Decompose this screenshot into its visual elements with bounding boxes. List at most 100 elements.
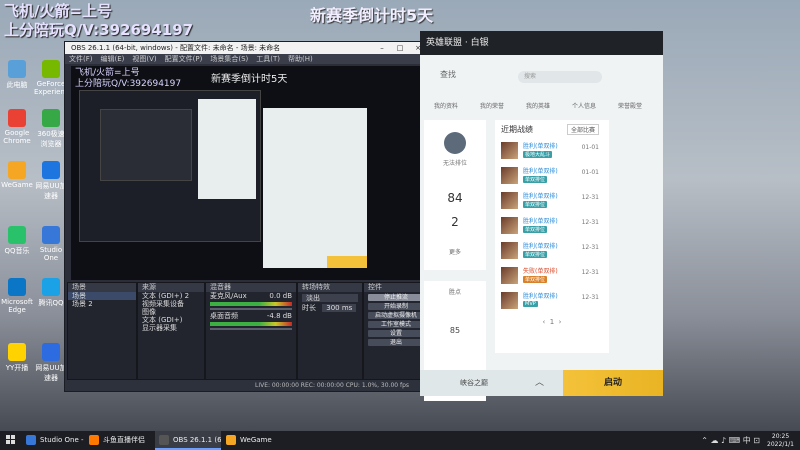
record-result: 胜利(单双排): [523, 168, 558, 175]
menu-item[interactable]: 工具(T): [256, 55, 280, 63]
profile-tab[interactable]: 荣誉殿堂: [618, 101, 642, 110]
scene-item[interactable]: 场景: [68, 292, 136, 300]
volume-slider[interactable]: [210, 308, 292, 310]
record-date: 01-01: [581, 144, 599, 151]
desktop-icon[interactable]: Microsoft Edge: [0, 278, 34, 314]
stream-overlay-contact: 飞机/火箭=上号 上分陪玩Q/V:392694197: [4, 2, 193, 40]
menu-item[interactable]: 配置文件(P): [165, 55, 203, 63]
volume-meter: [210, 302, 292, 306]
minimize-icon[interactable]: –: [375, 42, 389, 54]
record-result: 失败(单双排): [523, 268, 558, 275]
desktop-icon[interactable]: WeGame: [0, 161, 34, 189]
record-row[interactable]: 胜利(单双排) 极地大乱斗 01-01: [501, 140, 603, 164]
transition-select[interactable]: 淡出: [302, 294, 358, 302]
scene-item[interactable]: 场景 2: [68, 300, 136, 308]
maximize-icon[interactable]: □: [393, 42, 407, 54]
wegame-window[interactable]: 英雄联盟 · 白银 查找 搜索 我的资料 我的荣誉 我的英雄 个人信息 荣誉殿堂 无法排…: [420, 31, 663, 401]
scenes-dock[interactable]: 场景 场景 场景 2: [67, 282, 137, 380]
record-date: 12-31: [581, 194, 599, 201]
record-row[interactable]: 胜利(单双排) MVP 12-31: [501, 290, 603, 314]
transitions-dock[interactable]: 转场特效 淡出 时长 300 ms: [297, 282, 363, 380]
desktop-icon[interactable]: 网易UU加速器: [34, 161, 68, 201]
obs-preview[interactable]: 飞机/火箭=上号 上分陪玩Q/V:392694197 新赛季倒计时5天: [71, 66, 423, 280]
control-button[interactable]: 停止推流: [368, 294, 424, 301]
taskbar-item[interactable]: WeGame: [222, 431, 272, 450]
profile-tab[interactable]: 个人信息: [572, 101, 596, 110]
desktop-icon[interactable]: 360极速浏览器: [34, 109, 68, 149]
record-row[interactable]: 胜利(单双排) 单双排位 12-31: [501, 240, 603, 264]
source-item[interactable]: 显示器采集: [138, 324, 204, 332]
menu-item[interactable]: 视图(V): [132, 55, 156, 63]
menu-item[interactable]: 文件(F): [69, 55, 93, 63]
mixer-channel-name: 麦克风/Aux: [210, 292, 247, 300]
app-icon: [42, 161, 60, 180]
taskbar-item[interactable]: 斗鱼直播伴侣: [85, 431, 153, 450]
taskbar-item[interactable]: Studio One - 上载...: [22, 431, 84, 450]
record-row[interactable]: 胜利(单双排) 单双排位 12-31: [501, 190, 603, 214]
clock-date: 2022/1/1: [767, 441, 794, 448]
desktop-icon[interactable]: Google Chrome: [0, 109, 34, 145]
search-input[interactable]: 搜索: [518, 71, 602, 83]
taskbar-item[interactable]: OBS 26.1.1 (64-bi...: [155, 431, 221, 450]
control-button[interactable]: 启动虚拟摄像机: [368, 312, 424, 319]
desktop-icon[interactable]: 腾讯QQ: [34, 278, 68, 308]
record-date: 12-31: [581, 219, 599, 226]
menu-item[interactable]: 场景集合(S): [210, 55, 248, 63]
mixer-dock[interactable]: 混音器 麦克风/Aux 0.0 dB 桌面音频 -4.8 dB: [205, 282, 297, 380]
record-date: 12-31: [581, 269, 599, 276]
menu-item[interactable]: 编辑(E): [101, 55, 125, 63]
nested-obs-capture: [79, 90, 261, 242]
controls-header: 控件: [364, 283, 428, 292]
sources-dock[interactable]: 来源 文本 (GDI+) 2 视频采集设备 图像 文本 (GDI+) 显示器采集: [137, 282, 205, 380]
record-tag: 单双排位: [523, 251, 548, 258]
desktop-icon[interactable]: 网易UU加速器: [34, 343, 68, 383]
profile-tab[interactable]: 我的资料: [434, 101, 458, 110]
desktop-icon[interactable]: Studio One: [34, 226, 68, 262]
clock[interactable]: 20:25 2022/1/1: [767, 433, 794, 449]
transitions-header: 转场特效: [298, 283, 362, 292]
champion-avatar: [501, 192, 518, 209]
obs-titlebar[interactable]: OBS 26.1.1 (64-bit, windows) - 配置文件: 未命名…: [65, 42, 429, 54]
score-value: 85: [449, 326, 461, 335]
launch-button[interactable]: 启动: [563, 370, 663, 396]
duration-input[interactable]: 300 ms: [322, 304, 357, 312]
desktop-icon-label: 腾讯QQ: [38, 299, 64, 308]
pagination[interactable]: ‹ 1 ›: [495, 318, 609, 326]
game-mode[interactable]: 峡谷之巅: [460, 370, 488, 396]
volume-slider[interactable]: [210, 328, 292, 330]
record-row[interactable]: 胜利(单双排) 单双排位 12-31: [501, 215, 603, 239]
control-button[interactable]: 开始录制: [368, 303, 424, 310]
records-filter[interactable]: 全部比赛: [566, 124, 599, 135]
control-button[interactable]: 工作室模式: [368, 321, 424, 328]
record-row[interactable]: 胜利(单双排) 单双排位 01-01: [501, 165, 603, 189]
chevron-up-icon[interactable]: ︿: [535, 370, 544, 396]
desktop-icon[interactable]: QQ音乐: [0, 226, 34, 256]
source-item[interactable]: 图像: [138, 308, 204, 316]
desktop-icon[interactable]: YY开播: [0, 343, 34, 373]
wegame-brand: 英雄联盟 · 白银: [426, 38, 489, 48]
mixer-channel-name: 桌面音频: [210, 312, 238, 320]
app-icon: [8, 226, 26, 245]
menu-item[interactable]: 帮助(H): [288, 55, 313, 63]
app-icon: [8, 343, 26, 362]
profile-tab[interactable]: 我的英雄: [526, 101, 550, 110]
record-tag: 单双排位: [523, 176, 548, 183]
control-button[interactable]: 设置: [368, 330, 424, 337]
app-icon: [8, 109, 26, 128]
desktop-icon[interactable]: 此电脑: [0, 60, 34, 90]
recent-records-card: 近期战绩 全部比赛 胜利(单双排) 极地大乱斗 01-01 胜利(单双排) 单双排位 01…: [495, 120, 609, 353]
profile-tab[interactable]: 我的荣誉: [480, 101, 504, 110]
system-tray[interactable]: ⌃ ☁ ♪ ⌨ 中 ⊡: [701, 431, 760, 450]
nested-wegame: [263, 108, 367, 268]
control-button[interactable]: 退出: [368, 339, 424, 346]
record-date: 12-31: [581, 244, 599, 251]
more-button[interactable]: 更多: [424, 247, 486, 256]
desktop-icon[interactable]: GeForce Experience: [34, 60, 73, 96]
source-item[interactable]: 文本 (GDI+): [138, 316, 204, 324]
obs-window[interactable]: OBS 26.1.1 (64-bit, windows) - 配置文件: 未命名…: [64, 41, 430, 392]
source-item[interactable]: 视频采集设备: [138, 300, 204, 308]
nav-title[interactable]: 查找: [420, 70, 456, 79]
source-item[interactable]: 文本 (GDI+) 2: [138, 292, 204, 300]
windows-start-icon[interactable]: [6, 435, 16, 445]
record-row[interactable]: 失败(单双排) 单双排位 12-31: [501, 265, 603, 289]
